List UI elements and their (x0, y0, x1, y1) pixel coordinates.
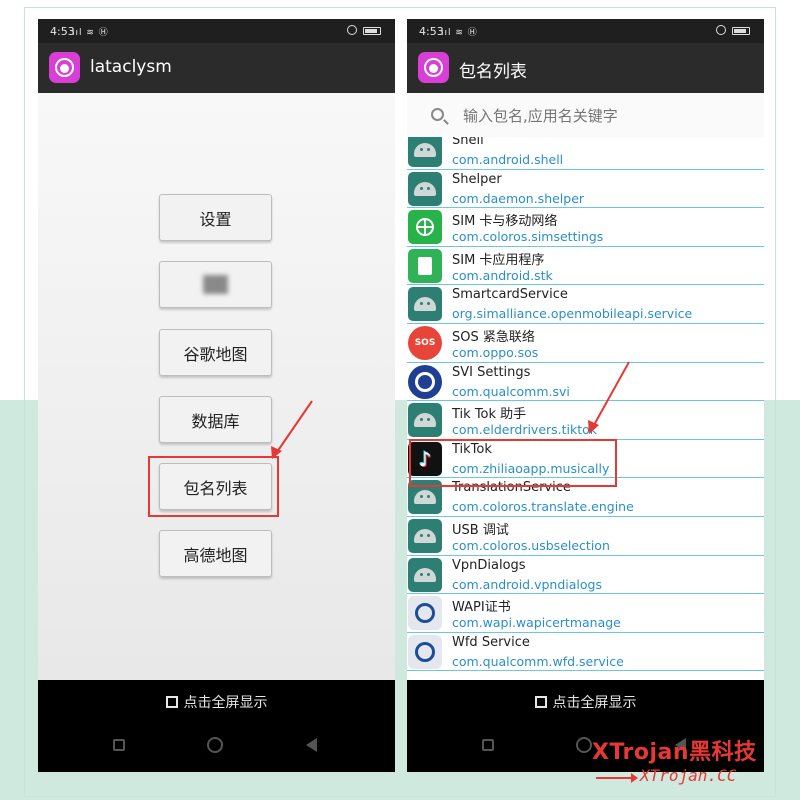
home-icon[interactable] (207, 737, 223, 753)
stk-app-icon (408, 248, 442, 283)
app-package: com.elderdrivers.tiktok (452, 422, 598, 438)
signal-icon: ııl ≋ Ⓗ (441, 28, 478, 38)
highlight-box-right (409, 439, 617, 487)
app-package: com.oppo.sos (452, 344, 539, 360)
back-icon[interactable] (306, 738, 317, 752)
search-icon (431, 108, 444, 121)
list-item[interactable]: Wfd Service com.qualcomm.wfd.service (407, 632, 764, 672)
app-logo-icon (418, 52, 449, 83)
app-name: USB 调试 (452, 522, 509, 538)
google-map-button[interactable]: 谷歌地图 (159, 329, 272, 376)
app-package: com.android.vpndialogs (452, 576, 602, 592)
app-package: com.android.shell (452, 152, 564, 167)
watermark-url: XTrojan.CC (640, 766, 737, 785)
dnd-icon (347, 25, 357, 35)
wapi-app-icon (408, 634, 442, 669)
app-name: Shelper (452, 171, 502, 187)
app-name: SVI Settings (452, 364, 531, 380)
fullscreen-toggle[interactable]: 点击全屏显示 (38, 692, 395, 712)
app-package: com.qualcomm.svi (452, 383, 570, 399)
app-package: com.android.stk (452, 267, 553, 283)
list-item[interactable]: WAPI证书 com.wapi.wapicertmanage (407, 594, 764, 633)
app-name: Wfd Service (452, 634, 530, 650)
app-name: SOS 紧急联络 (452, 329, 535, 345)
app-package: com.wapi.wapicertmanage (452, 615, 621, 631)
highlight-box-left (148, 456, 279, 517)
app-package: com.coloros.usbselection (452, 537, 610, 553)
app-bar: 包名列表 (407, 43, 764, 93)
phone-screen-right: 4:53 ııl ≋ Ⓗ 包名列表 Shell com.android.shell… (407, 19, 764, 772)
list-item[interactable]: SIM 卡应用程序 com.android.stk (407, 246, 764, 286)
android-app-icon (408, 403, 442, 438)
recent-apps-icon[interactable] (482, 739, 494, 751)
list-item[interactable]: VpnDialogs com.android.vpndialogs (407, 555, 764, 595)
app-name: VpnDialogs (452, 557, 526, 573)
list-item[interactable]: Tik Tok 助手 com.elderdrivers.tiktok (407, 401, 764, 440)
app-package: com.daemon.shelper (452, 190, 585, 206)
list-item[interactable]: USB 调试 com.coloros.usbselection (407, 516, 764, 556)
bottom-bar: 点击全屏显示 (38, 680, 395, 772)
list-item[interactable]: Shelper com.daemon.shelper (407, 169, 764, 209)
fullscreen-label: 点击全屏显示 (183, 695, 268, 711)
search-bar (407, 93, 764, 143)
wapi-app-icon (408, 596, 442, 631)
main-menu: 设置 ██ 谷歌地图 数据库 包名列表 高德地图 (38, 93, 395, 680)
fullscreen-toggle[interactable]: 点击全屏显示 (407, 692, 764, 712)
settings-button[interactable]: 设置 (159, 194, 272, 241)
qc-app-icon (408, 364, 442, 399)
app-title: lataclysm (90, 57, 172, 77)
app-logo-icon (49, 52, 80, 83)
watermark-brand: XTrojan黑科技 (592, 740, 757, 765)
signal-icon: ııl ≋ Ⓗ (72, 28, 109, 38)
fullscreen-icon (165, 696, 178, 708)
phone-screen-left: 4:53 ııl ≋ Ⓗ lataclysm 设置 ██ 谷歌地图 数据库 包名… (38, 19, 395, 772)
status-time: 4:53 (419, 25, 444, 38)
battery-icon (363, 27, 381, 35)
list-item[interactable]: Shell com.android.shell (407, 137, 764, 170)
app-package: com.coloros.translate.engine (452, 499, 634, 515)
dnd-icon (716, 25, 726, 35)
status-bar: 4:53 ııl ≋ Ⓗ (407, 19, 764, 43)
app-bar: lataclysm (38, 43, 395, 93)
battery-icon (732, 27, 750, 35)
blurred-label: ██ (203, 275, 228, 294)
app-package: com.coloros.simsettings (452, 229, 604, 245)
android-app-icon (408, 171, 442, 206)
search-input[interactable] (463, 103, 743, 129)
app-package: org.simalliance.openmobileapi.service (452, 306, 693, 322)
sim-app-icon (408, 210, 442, 245)
database-button[interactable]: 数据库 (159, 396, 272, 443)
app-package: com.qualcomm.wfd.service (452, 653, 624, 669)
watermark-arrow-icon (596, 773, 638, 783)
app-name: WAPI证书 (452, 600, 511, 616)
hidden-button[interactable]: ██ (159, 261, 272, 308)
list-item[interactable]: SmartcardService org.simalliance.openmobi… (407, 285, 764, 324)
fullscreen-icon (534, 696, 547, 708)
list-item[interactable]: SIM 卡与移动网络 com.coloros.simsettings (407, 208, 764, 247)
fullscreen-label: 点击全屏显示 (552, 695, 637, 711)
android-app-icon (408, 137, 442, 167)
home-icon[interactable] (576, 737, 592, 753)
app-name: SIM 卡应用程序 (452, 252, 545, 268)
app-name: Tik Tok 助手 (452, 407, 527, 423)
sos-app-icon: SOS (408, 325, 442, 360)
list-item[interactable]: SOS SOS 紧急联络 com.oppo.sos (407, 323, 764, 363)
app-name: SIM 卡与移动网络 (452, 214, 558, 230)
android-app-icon (408, 287, 442, 322)
android-app-icon (408, 557, 442, 592)
recent-apps-icon[interactable] (113, 739, 125, 751)
app-name: SmartcardService (452, 287, 568, 303)
app-list: Shell com.android.shell Shelper com.daemon.… (407, 137, 764, 680)
status-time: 4:53 (50, 25, 75, 38)
app-title: 包名列表 (459, 62, 527, 82)
app-name: Shell (452, 137, 484, 148)
status-bar: 4:53 ııl ≋ Ⓗ (38, 19, 395, 43)
android-app-icon (408, 518, 442, 553)
list-item[interactable]: SVI Settings com.qualcomm.svi (407, 362, 764, 402)
amap-button[interactable]: 高德地图 (159, 530, 272, 577)
